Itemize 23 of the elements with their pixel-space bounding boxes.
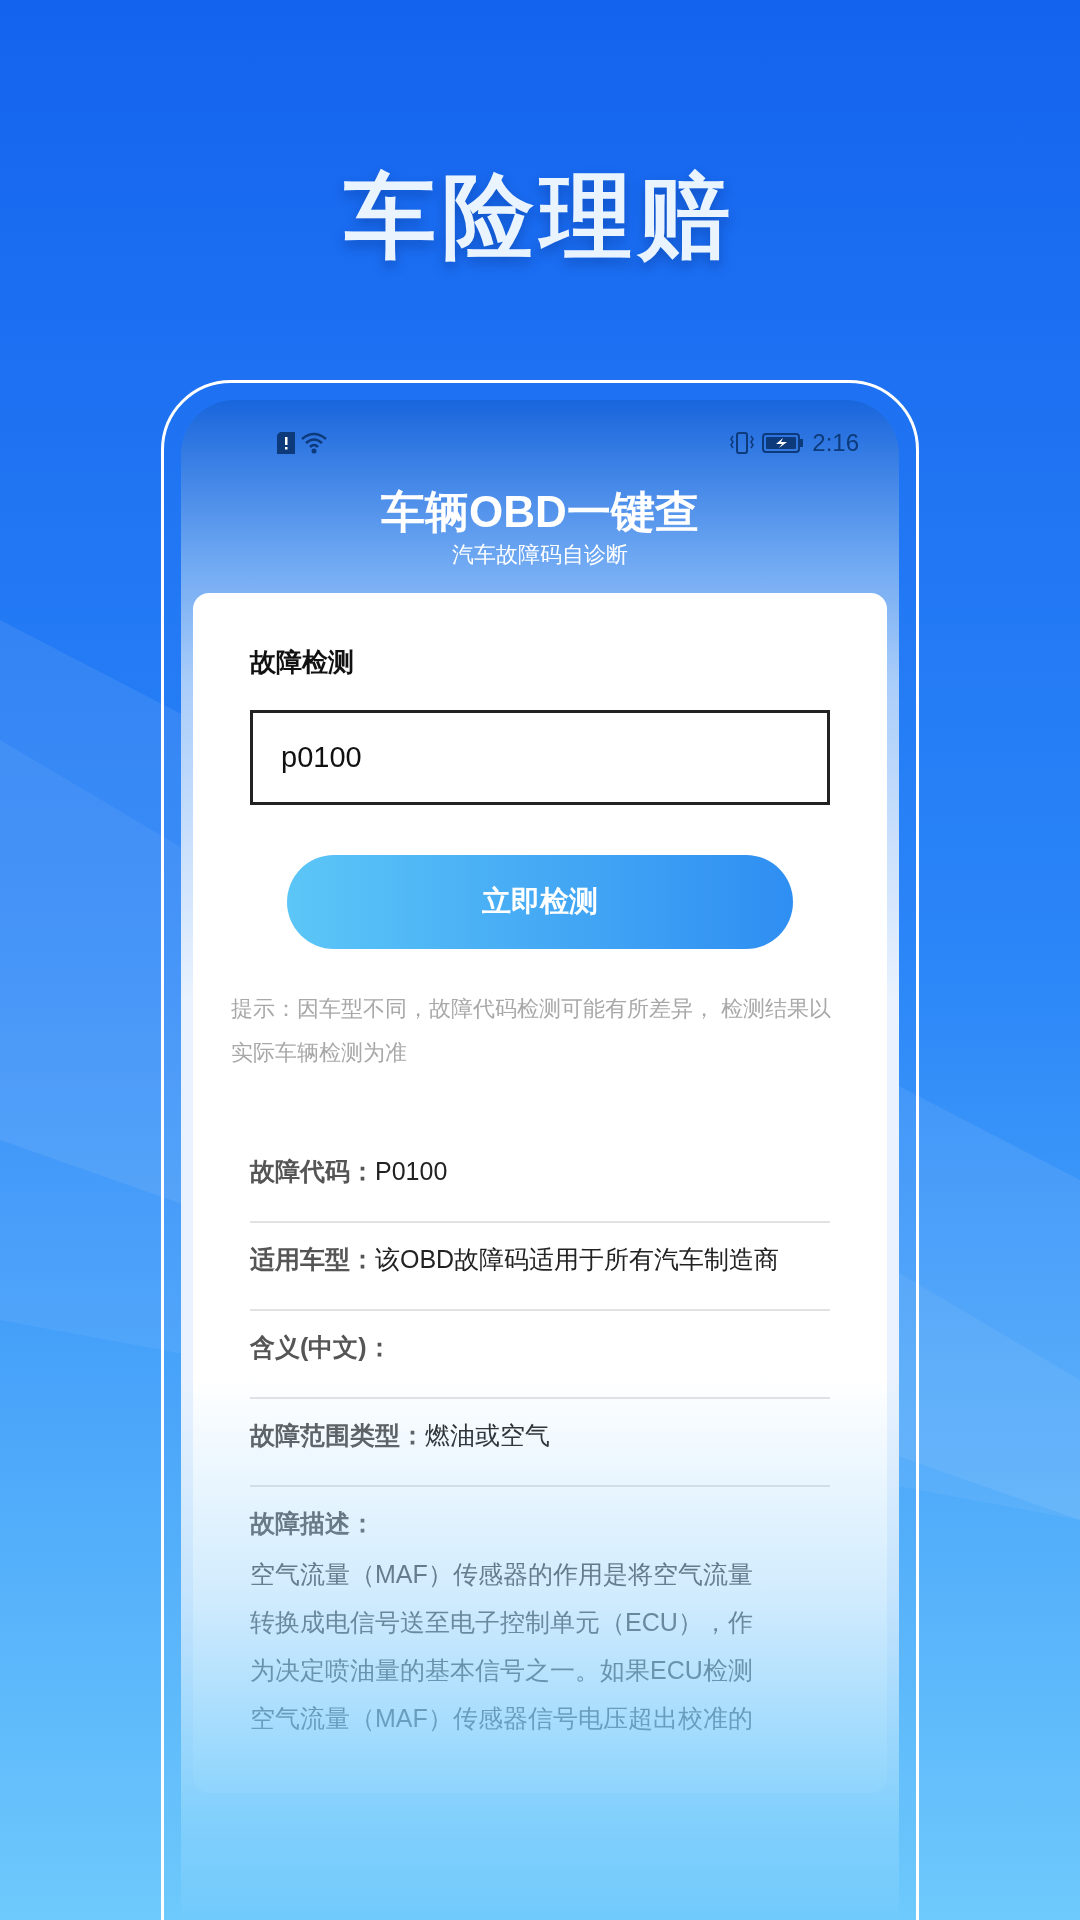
battery-icon: [762, 432, 805, 454]
code-input-field[interactable]: p0100: [250, 709, 830, 805]
field-label: 含义(中文)：: [250, 1331, 392, 1363]
app-subtitle: 汽车故障码自诊断: [452, 541, 628, 569]
description-line: 空气流量（MAF）传感器的作用是将空气流量: [250, 1559, 754, 1590]
description-line: 为决定喷油量的基本信号之一。如果ECU检测: [250, 1655, 754, 1686]
wifi-icon: [301, 432, 327, 454]
vibrate-icon: [730, 432, 755, 454]
headline: 车险理赔: [344, 170, 736, 262]
field-label: 故障代码：: [250, 1155, 375, 1187]
description-line: 转换成电信号送至电子控制单元（ECU），作: [250, 1607, 754, 1638]
field-label: 故障描述：: [250, 1507, 376, 1539]
section-title: 故障检测: [250, 645, 355, 679]
field-value: 燃油或空气: [425, 1419, 550, 1451]
field-value: 该OBD故障码适用于所有汽车制造商: [375, 1243, 780, 1275]
app-title: 车辆OBD一键查: [381, 486, 699, 538]
field-label: 适用车型：: [250, 1243, 375, 1275]
sim-alert-icon: [277, 432, 295, 454]
description-line: 空气流量（MAF）传感器信号电压超出校准的: [250, 1703, 754, 1734]
hint-text: 提示：因车型不同，故障代码检测可能有所差异， 检测结果以实际车辆检测为准: [231, 994, 833, 1067]
field-value: P0100: [375, 1155, 448, 1187]
field-label: 故障范围类型：: [250, 1419, 425, 1451]
status-time: 2:16: [812, 428, 859, 458]
